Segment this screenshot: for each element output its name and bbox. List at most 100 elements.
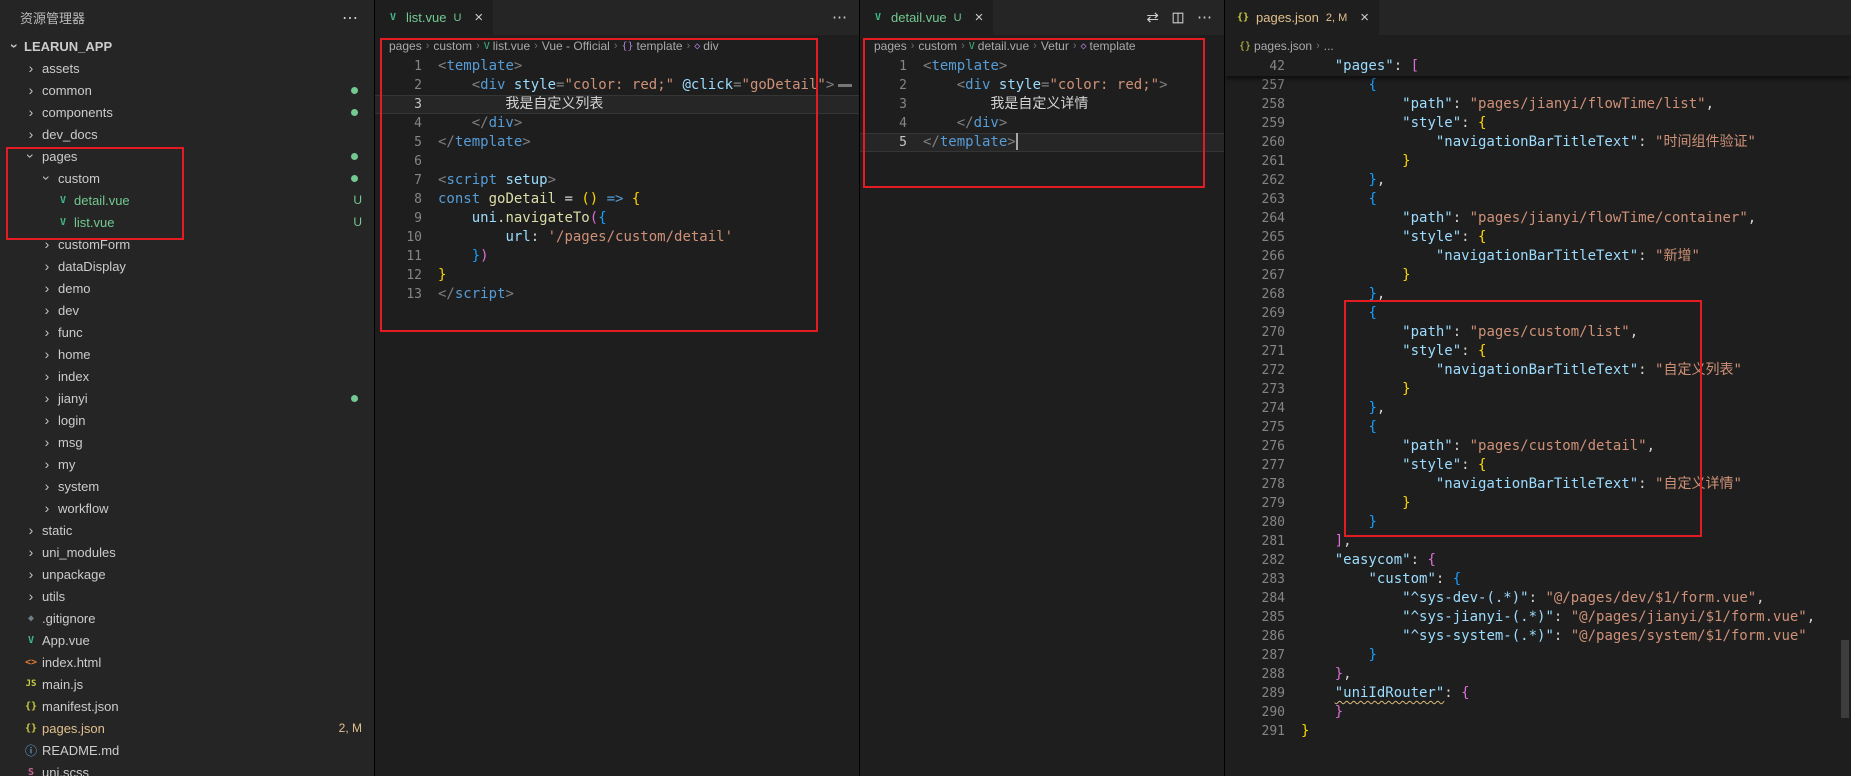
- code-line[interactable]: 289 "uniIdRouter": {: [1225, 684, 1851, 703]
- more-actions-icon[interactable]: ⋯: [832, 10, 847, 25]
- tree-item-App.vue[interactable]: VApp.vue: [0, 629, 374, 651]
- tree-item-static[interactable]: ›static: [0, 519, 374, 541]
- tree-item-pages.json[interactable]: {}pages.json2, M: [0, 717, 374, 739]
- code-line[interactable]: 268 },: [1225, 285, 1851, 304]
- tree-root-learun-app[interactable]: › LEARUN_APP: [0, 35, 374, 57]
- code-line[interactable]: 283 "custom": {: [1225, 570, 1851, 589]
- tree-item-assets[interactable]: ›assets: [0, 57, 374, 79]
- scrollbar-thumb[interactable]: [1841, 640, 1849, 718]
- breadcrumb-item-custom[interactable]: custom: [433, 39, 472, 53]
- code-line[interactable]: 275 {: [1225, 418, 1851, 437]
- code-line[interactable]: 273 }: [1225, 380, 1851, 399]
- tree-item-jianyi[interactable]: ›jianyi: [0, 387, 374, 409]
- code-line[interactable]: 279 }: [1225, 494, 1851, 513]
- code-line[interactable]: 259 "style": {: [1225, 114, 1851, 133]
- tab-pages-json[interactable]: {} pages.json 2, M ×: [1225, 0, 1380, 35]
- code-line[interactable]: 262 },: [1225, 171, 1851, 190]
- code-line[interactable]: 280 }: [1225, 513, 1851, 532]
- tree-item-README.md[interactable]: ⓘREADME.md: [0, 739, 374, 761]
- code-line[interactable]: 271 "style": {: [1225, 342, 1851, 361]
- breadcrumb-item-template[interactable]: ◇template: [1081, 39, 1136, 53]
- code-line[interactable]: 266 "navigationBarTitleText": "新增": [1225, 247, 1851, 266]
- code-line[interactable]: 1<template>: [375, 57, 859, 76]
- code-line[interactable]: 6: [375, 152, 859, 171]
- tree-item-workflow[interactable]: ›workflow: [0, 497, 374, 519]
- code-line[interactable]: 9 uni.navigateTo({: [375, 209, 859, 228]
- breadcrumb-item-template[interactable]: {}template: [622, 39, 683, 53]
- tree-item-dev[interactable]: ›dev: [0, 299, 374, 321]
- breadcrumb-item-pages[interactable]: pages: [874, 39, 907, 53]
- code-line[interactable]: 278 "navigationBarTitleText": "自定义详情": [1225, 475, 1851, 494]
- breadcrumb-item-list.vue[interactable]: Vlist.vue: [484, 39, 530, 53]
- code-line[interactable]: 269 {: [1225, 304, 1851, 323]
- code-line[interactable]: 2 <div style="color: red;">: [860, 76, 1224, 95]
- code-line[interactable]: 290 }: [1225, 703, 1851, 722]
- code-line[interactable]: 264 "path": "pages/jianyi/flowTime/conta…: [1225, 209, 1851, 228]
- tree-item-login[interactable]: ›login: [0, 409, 374, 431]
- code-line[interactable]: 281 ],: [1225, 532, 1851, 551]
- close-icon[interactable]: ×: [975, 10, 984, 25]
- close-icon[interactable]: ×: [1360, 10, 1369, 25]
- code-line[interactable]: 260 "navigationBarTitleText": "时间组件验证": [1225, 133, 1851, 152]
- tree-item-common[interactable]: ›common: [0, 79, 374, 101]
- tree-item-list.vue[interactable]: Vlist.vueU: [0, 211, 374, 233]
- tree-item-uni_modules[interactable]: ›uni_modules: [0, 541, 374, 563]
- tree-item-utils[interactable]: ›utils: [0, 585, 374, 607]
- tree-item-home[interactable]: ›home: [0, 343, 374, 365]
- code-line[interactable]: 263 {: [1225, 190, 1851, 209]
- code-line[interactable]: 286 "^sys-system-(.*)": "@/pages/system/…: [1225, 627, 1851, 646]
- code-line[interactable]: 11 }): [375, 247, 859, 266]
- tree-item-dataDisplay[interactable]: ›dataDisplay: [0, 255, 374, 277]
- tab-list-vue[interactable]: V list.vue U ×: [375, 0, 494, 35]
- tree-item-index[interactable]: ›index: [0, 365, 374, 387]
- tree-item-demo[interactable]: ›demo: [0, 277, 374, 299]
- code-line[interactable]: 3 我是自定义列表: [375, 95, 859, 114]
- code-line[interactable]: 13</script>: [375, 285, 859, 304]
- tree-item-custom[interactable]: ›custom: [0, 167, 374, 189]
- code-line[interactable]: 8const goDetail = () => {: [375, 190, 859, 209]
- code-line[interactable]: 5</template>: [860, 133, 1224, 152]
- code-line[interactable]: 270 "path": "pages/custom/list",: [1225, 323, 1851, 342]
- tree-item-pages[interactable]: ›pages: [0, 145, 374, 167]
- code-line[interactable]: 288 },: [1225, 665, 1851, 684]
- close-icon[interactable]: ×: [474, 10, 483, 25]
- tree-item-system[interactable]: ›system: [0, 475, 374, 497]
- code-line[interactable]: 276 "path": "pages/custom/detail",: [1225, 437, 1851, 456]
- sticky-scroll-line[interactable]: 42 "pages": [: [1225, 57, 1851, 76]
- code-line[interactable]: 10 url: '/pages/custom/detail': [375, 228, 859, 247]
- tree-item-uni.scss[interactable]: Suni.scss: [0, 761, 374, 776]
- code-line[interactable]: 3 我是自定义详情: [860, 95, 1224, 114]
- breadcrumb-item-Vetur[interactable]: Vetur: [1041, 39, 1069, 53]
- open-changes-icon[interactable]: ⇄: [1146, 10, 1159, 25]
- code-line[interactable]: 282 "easycom": {: [1225, 551, 1851, 570]
- tree-item-dev_docs[interactable]: ›dev_docs: [0, 123, 374, 145]
- tree-item-manifest.json[interactable]: {}manifest.json: [0, 695, 374, 717]
- code-line[interactable]: 285 "^sys-jianyi-(.*)": "@/pages/jianyi/…: [1225, 608, 1851, 627]
- breadcrumb-item-Vue---Official[interactable]: Vue - Official: [542, 39, 610, 53]
- code-line[interactable]: 4 </div>: [860, 114, 1224, 133]
- split-editor-icon[interactable]: [1171, 11, 1185, 25]
- tab-detail-vue[interactable]: V detail.vue U ×: [860, 0, 994, 35]
- code-line[interactable]: 2 <div style="color: red;" @click="goDet…: [375, 76, 859, 95]
- code-line[interactable]: 265 "style": {: [1225, 228, 1851, 247]
- code-line[interactable]: 284 "^sys-dev-(.*)": "@/pages/dev/$1/for…: [1225, 589, 1851, 608]
- tree-item-customForm[interactable]: ›customForm: [0, 233, 374, 255]
- code-editor-detail-vue[interactable]: 1<template>2 <div style="color: red;">3 …: [860, 57, 1224, 776]
- code-editor-pages-json[interactable]: 42 "pages": [257 {258 "path": "pages/jia…: [1225, 57, 1851, 776]
- code-line[interactable]: 274 },: [1225, 399, 1851, 418]
- code-editor-list-vue[interactable]: 1<template>2 <div style="color: red;" @c…: [375, 57, 859, 776]
- code-line[interactable]: 258 "path": "pages/jianyi/flowTime/list"…: [1225, 95, 1851, 114]
- tree-item-components[interactable]: ›components: [0, 101, 374, 123]
- tree-item-func[interactable]: ›func: [0, 321, 374, 343]
- tree-item-index.html[interactable]: <>index.html: [0, 651, 374, 673]
- code-line[interactable]: 261 }: [1225, 152, 1851, 171]
- tree-item-unpackage[interactable]: ›unpackage: [0, 563, 374, 585]
- code-line[interactable]: 1<template>: [860, 57, 1224, 76]
- breadcrumb-item-div[interactable]: ◇div: [694, 39, 718, 53]
- code-line[interactable]: 257 {: [1225, 76, 1851, 95]
- more-actions-icon[interactable]: ⋯: [1197, 10, 1212, 25]
- breadcrumb-item-detail.vue[interactable]: Vdetail.vue: [969, 39, 1029, 53]
- breadcrumb-item-pages[interactable]: pages: [389, 39, 422, 53]
- tree-item-msg[interactable]: ›msg: [0, 431, 374, 453]
- code-line[interactable]: 291}: [1225, 722, 1851, 741]
